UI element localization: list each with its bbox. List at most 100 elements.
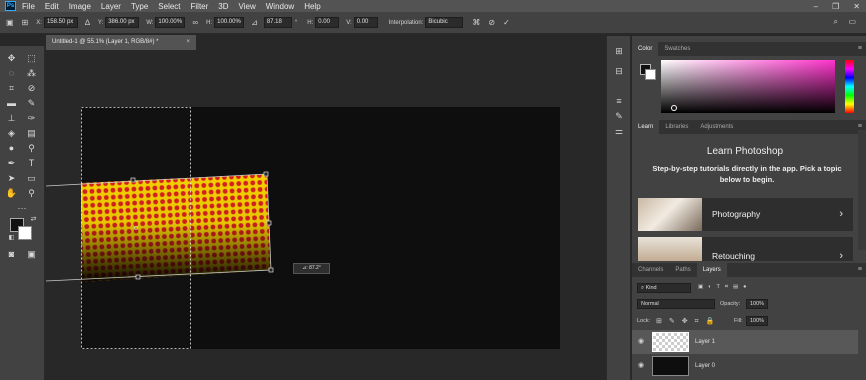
layer-filter-kind[interactable]: ⌕ Kind	[637, 283, 691, 293]
type-tool-icon[interactable]: T	[25, 157, 38, 169]
menu-window[interactable]: Window	[266, 2, 294, 11]
tab-layers[interactable]: Layers	[696, 263, 727, 277]
marquee-tool-icon[interactable]: ⬚	[25, 52, 38, 64]
pen-tool-icon[interactable]: ✒	[5, 157, 18, 169]
layers-panel-menu-icon[interactable]: ≡	[858, 263, 862, 277]
fill-field[interactable]: 100%	[746, 316, 768, 326]
crop-tool-icon[interactable]: ⌗	[5, 82, 18, 94]
transform-tool-icon[interactable]: ▣	[6, 18, 14, 27]
restore-button[interactable]: ❐	[832, 2, 839, 11]
hand-tool-icon[interactable]: ✋	[5, 187, 18, 199]
adjust-icon[interactable]: ≡	[613, 96, 625, 106]
menu-layer[interactable]: Layer	[101, 2, 121, 11]
canvas-area[interactable]: ⊿: 87.2°	[46, 50, 606, 380]
lock-icons[interactable]: ⊞✎✥⌗🔒	[656, 317, 721, 326]
close-button[interactable]: ✕	[853, 2, 860, 11]
hue-slider[interactable]	[845, 60, 854, 113]
rectangle-tool-icon[interactable]: ▭	[25, 172, 38, 184]
eraser-tool-icon[interactable]: ◈	[5, 127, 18, 139]
warp-icon[interactable]: ⌘	[472, 18, 480, 27]
commit-transform-icon[interactable]: ✓	[503, 18, 510, 27]
link-icon[interactable]: ∞	[192, 18, 198, 27]
delta-icon[interactable]: ∆	[85, 18, 90, 27]
path-select-icon[interactable]: ➤	[5, 172, 18, 184]
color-picker-field[interactable]	[661, 60, 835, 113]
history-icon[interactable]: ⊞	[613, 46, 625, 56]
tab-swatches[interactable]: Swatches	[658, 42, 696, 56]
menu-select[interactable]: Select	[158, 2, 180, 11]
width-field[interactable]: 100.00%	[155, 17, 186, 28]
handle-middle-right[interactable]	[266, 220, 272, 226]
workspace-icon[interactable]: ▭	[848, 17, 856, 26]
minimize-button[interactable]: –	[814, 2, 818, 11]
menu-view[interactable]: View	[239, 2, 256, 11]
document-tab[interactable]: Untitled-1 @ 55.1% (Layer 1, RGB/8#) * ×	[46, 35, 196, 50]
learn-card-retouching[interactable]: Retouching ›	[638, 237, 853, 261]
eyedropper-icon[interactable]: ⊘	[25, 82, 38, 94]
lock-label: Lock:	[637, 318, 651, 324]
height-field[interactable]: 100.00%	[214, 17, 245, 28]
brush-settings-icon[interactable]: ✎	[613, 111, 625, 121]
layer-row-layer-1[interactable]: ◉ Layer 1	[632, 330, 858, 354]
tab-libraries[interactable]: Libraries	[659, 120, 694, 134]
history-brush-icon[interactable]: ✑	[25, 112, 38, 124]
brush-tool-icon[interactable]: ✎	[25, 97, 38, 109]
magic-wand-icon[interactable]: ⁂	[25, 67, 38, 79]
tab-channels[interactable]: Channels	[632, 263, 669, 277]
handle-bottom-middle[interactable]	[135, 274, 141, 280]
menu-help[interactable]: Help	[304, 2, 320, 11]
menu-image[interactable]: Image	[69, 2, 91, 11]
menu-file[interactable]: File	[22, 2, 35, 11]
tab-learn[interactable]: Learn	[632, 120, 660, 134]
properties-icon[interactable]: ⊟	[613, 66, 625, 76]
handle-top-right[interactable]	[263, 171, 269, 177]
menu-3d[interactable]: 3D	[218, 2, 228, 11]
y-field[interactable]: 386.00 px	[105, 17, 140, 28]
stamp-tool-icon[interactable]: ⊥	[5, 112, 18, 124]
learn-card-photography[interactable]: Photography ›	[638, 198, 853, 231]
opacity-field[interactable]: 100%	[746, 299, 768, 309]
zoom-tool-icon[interactable]: ⚲	[25, 187, 38, 199]
reference-point-icon[interactable]: ⊞	[22, 18, 29, 27]
menu-edit[interactable]: Edit	[45, 2, 59, 11]
dodge-tool-icon[interactable]: ⚲	[25, 142, 38, 154]
angle-icon: ⊿	[251, 18, 258, 27]
visibility-eye-icon[interactable]: ◉	[638, 330, 644, 354]
blend-mode-select[interactable]: Normal	[637, 299, 715, 309]
more-tools-icon[interactable]: ···	[2, 202, 42, 214]
v-skew-field[interactable]: 0.00	[353, 17, 378, 28]
quick-mask-icon[interactable]: ◙	[5, 248, 18, 260]
bg-swatch-mini[interactable]	[645, 69, 656, 80]
lasso-tool-icon[interactable]: ◌	[5, 67, 18, 79]
visibility-eye-icon[interactable]: ◉	[638, 354, 644, 378]
default-colors-icon[interactable]: ◧	[5, 232, 18, 244]
learn-scrollbar[interactable]	[858, 130, 866, 250]
menu-type[interactable]: Type	[131, 2, 148, 11]
handle-top-middle[interactable]	[130, 177, 136, 183]
settings-sliders-icon[interactable]: ⚌	[613, 126, 625, 136]
menu-filter[interactable]: Filter	[191, 2, 209, 11]
tab-color[interactable]: Color	[632, 42, 659, 56]
screen-mode-icon[interactable]: ▣	[25, 248, 38, 260]
swap-colors-icon[interactable]: ⇄	[27, 214, 40, 226]
handle-bottom-right[interactable]	[268, 267, 274, 273]
background-color-swatch[interactable]	[18, 226, 32, 240]
x-field[interactable]: 158.50 px	[43, 17, 78, 28]
search-icon[interactable]: ⌕	[834, 17, 838, 27]
close-document-icon[interactable]: ×	[186, 35, 190, 50]
tab-adjustments[interactable]: Adjustments	[694, 120, 739, 134]
panel-menu-icon[interactable]: ≡	[858, 42, 862, 56]
move-tool-icon[interactable]: ✥	[5, 52, 18, 64]
gradient-tool-icon[interactable]: ▤	[25, 127, 38, 139]
cancel-transform-icon[interactable]: ⊘	[488, 18, 495, 27]
interpolation-select[interactable]: Bicubic	[425, 17, 464, 28]
h-skew-field[interactable]: 0.00	[315, 17, 340, 28]
healing-brush-icon[interactable]: ▬	[5, 97, 18, 109]
layer-filter-icons[interactable]: ▣◐T⌗▤●	[698, 284, 752, 291]
tab-paths[interactable]: Paths	[669, 263, 696, 277]
angle-field[interactable]: 87.18	[263, 17, 292, 28]
learn-panel-tabs: Learn Libraries Adjustments ≡	[632, 120, 866, 134]
layer-row-layer-0[interactable]: ◉ Layer 0	[632, 354, 858, 378]
chevron-right-icon: ›	[839, 208, 843, 220]
blur-tool-icon[interactable]: ●	[5, 142, 18, 154]
